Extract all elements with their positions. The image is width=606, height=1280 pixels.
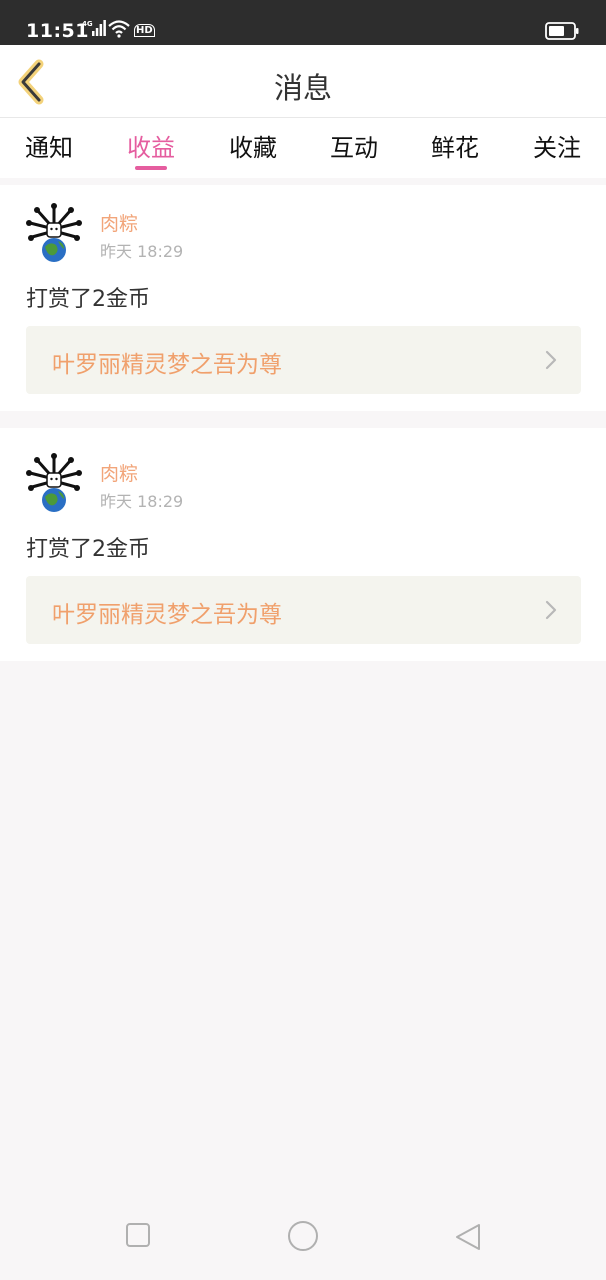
book-link[interactable]: 叶罗丽精灵梦之吾为尊 [26, 326, 581, 394]
tab-notifications[interactable]: 通知 [9, 128, 89, 163]
wifi-icon [108, 20, 130, 38]
book-link[interactable]: 叶罗丽精灵梦之吾为尊 [26, 576, 581, 644]
message-time: 昨天 18:29 [100, 242, 184, 261]
chevron-right-icon [545, 350, 557, 370]
battery-icon [545, 22, 579, 40]
message-text: 打赏了2金币 [26, 287, 150, 312]
book-title: 叶罗丽精灵梦之吾为尊 [52, 352, 282, 378]
chevron-right-icon [545, 600, 557, 620]
avatar[interactable] [26, 203, 82, 263]
user-name[interactable]: 肉粽 [100, 209, 138, 236]
page-title: 消息 [273, 71, 332, 105]
tab-follows[interactable]: 关注 [517, 128, 597, 163]
tab-earnings[interactable]: 收益 [111, 128, 191, 163]
message-text: 打赏了2金币 [26, 537, 150, 562]
home-icon[interactable] [287, 1220, 319, 1252]
message-card: 肉粽 昨天 18:29 打赏了2金币 叶罗丽精灵梦之吾为尊 [0, 428, 606, 661]
book-title: 叶罗丽精灵梦之吾为尊 [52, 602, 282, 628]
message-time: 昨天 18:29 [100, 492, 184, 511]
hd-label: HD [134, 24, 155, 37]
system-nav-bar [0, 1200, 606, 1280]
tab-bar: 通知 收益 收藏 互动 鲜花 关注 [0, 118, 606, 178]
status-time: 11:51 [26, 20, 89, 42]
header-bar: 消息 [0, 45, 606, 118]
message-card: 肉粽 昨天 18:29 打赏了2金币 叶罗丽精灵梦之吾为尊 [0, 185, 606, 411]
status-bar: 11:51 4G HD [0, 0, 606, 45]
tab-interactions[interactable]: 互动 [314, 128, 394, 163]
tab-favorites[interactable]: 收藏 [213, 128, 293, 163]
user-name[interactable]: 肉粽 [100, 459, 138, 486]
active-tab-indicator [135, 166, 167, 170]
signal-icon [92, 20, 106, 36]
back-triangle-icon[interactable] [453, 1222, 483, 1252]
tab-flowers[interactable]: 鲜花 [415, 128, 495, 163]
avatar[interactable] [26, 453, 82, 513]
recent-apps-icon[interactable] [125, 1222, 151, 1248]
